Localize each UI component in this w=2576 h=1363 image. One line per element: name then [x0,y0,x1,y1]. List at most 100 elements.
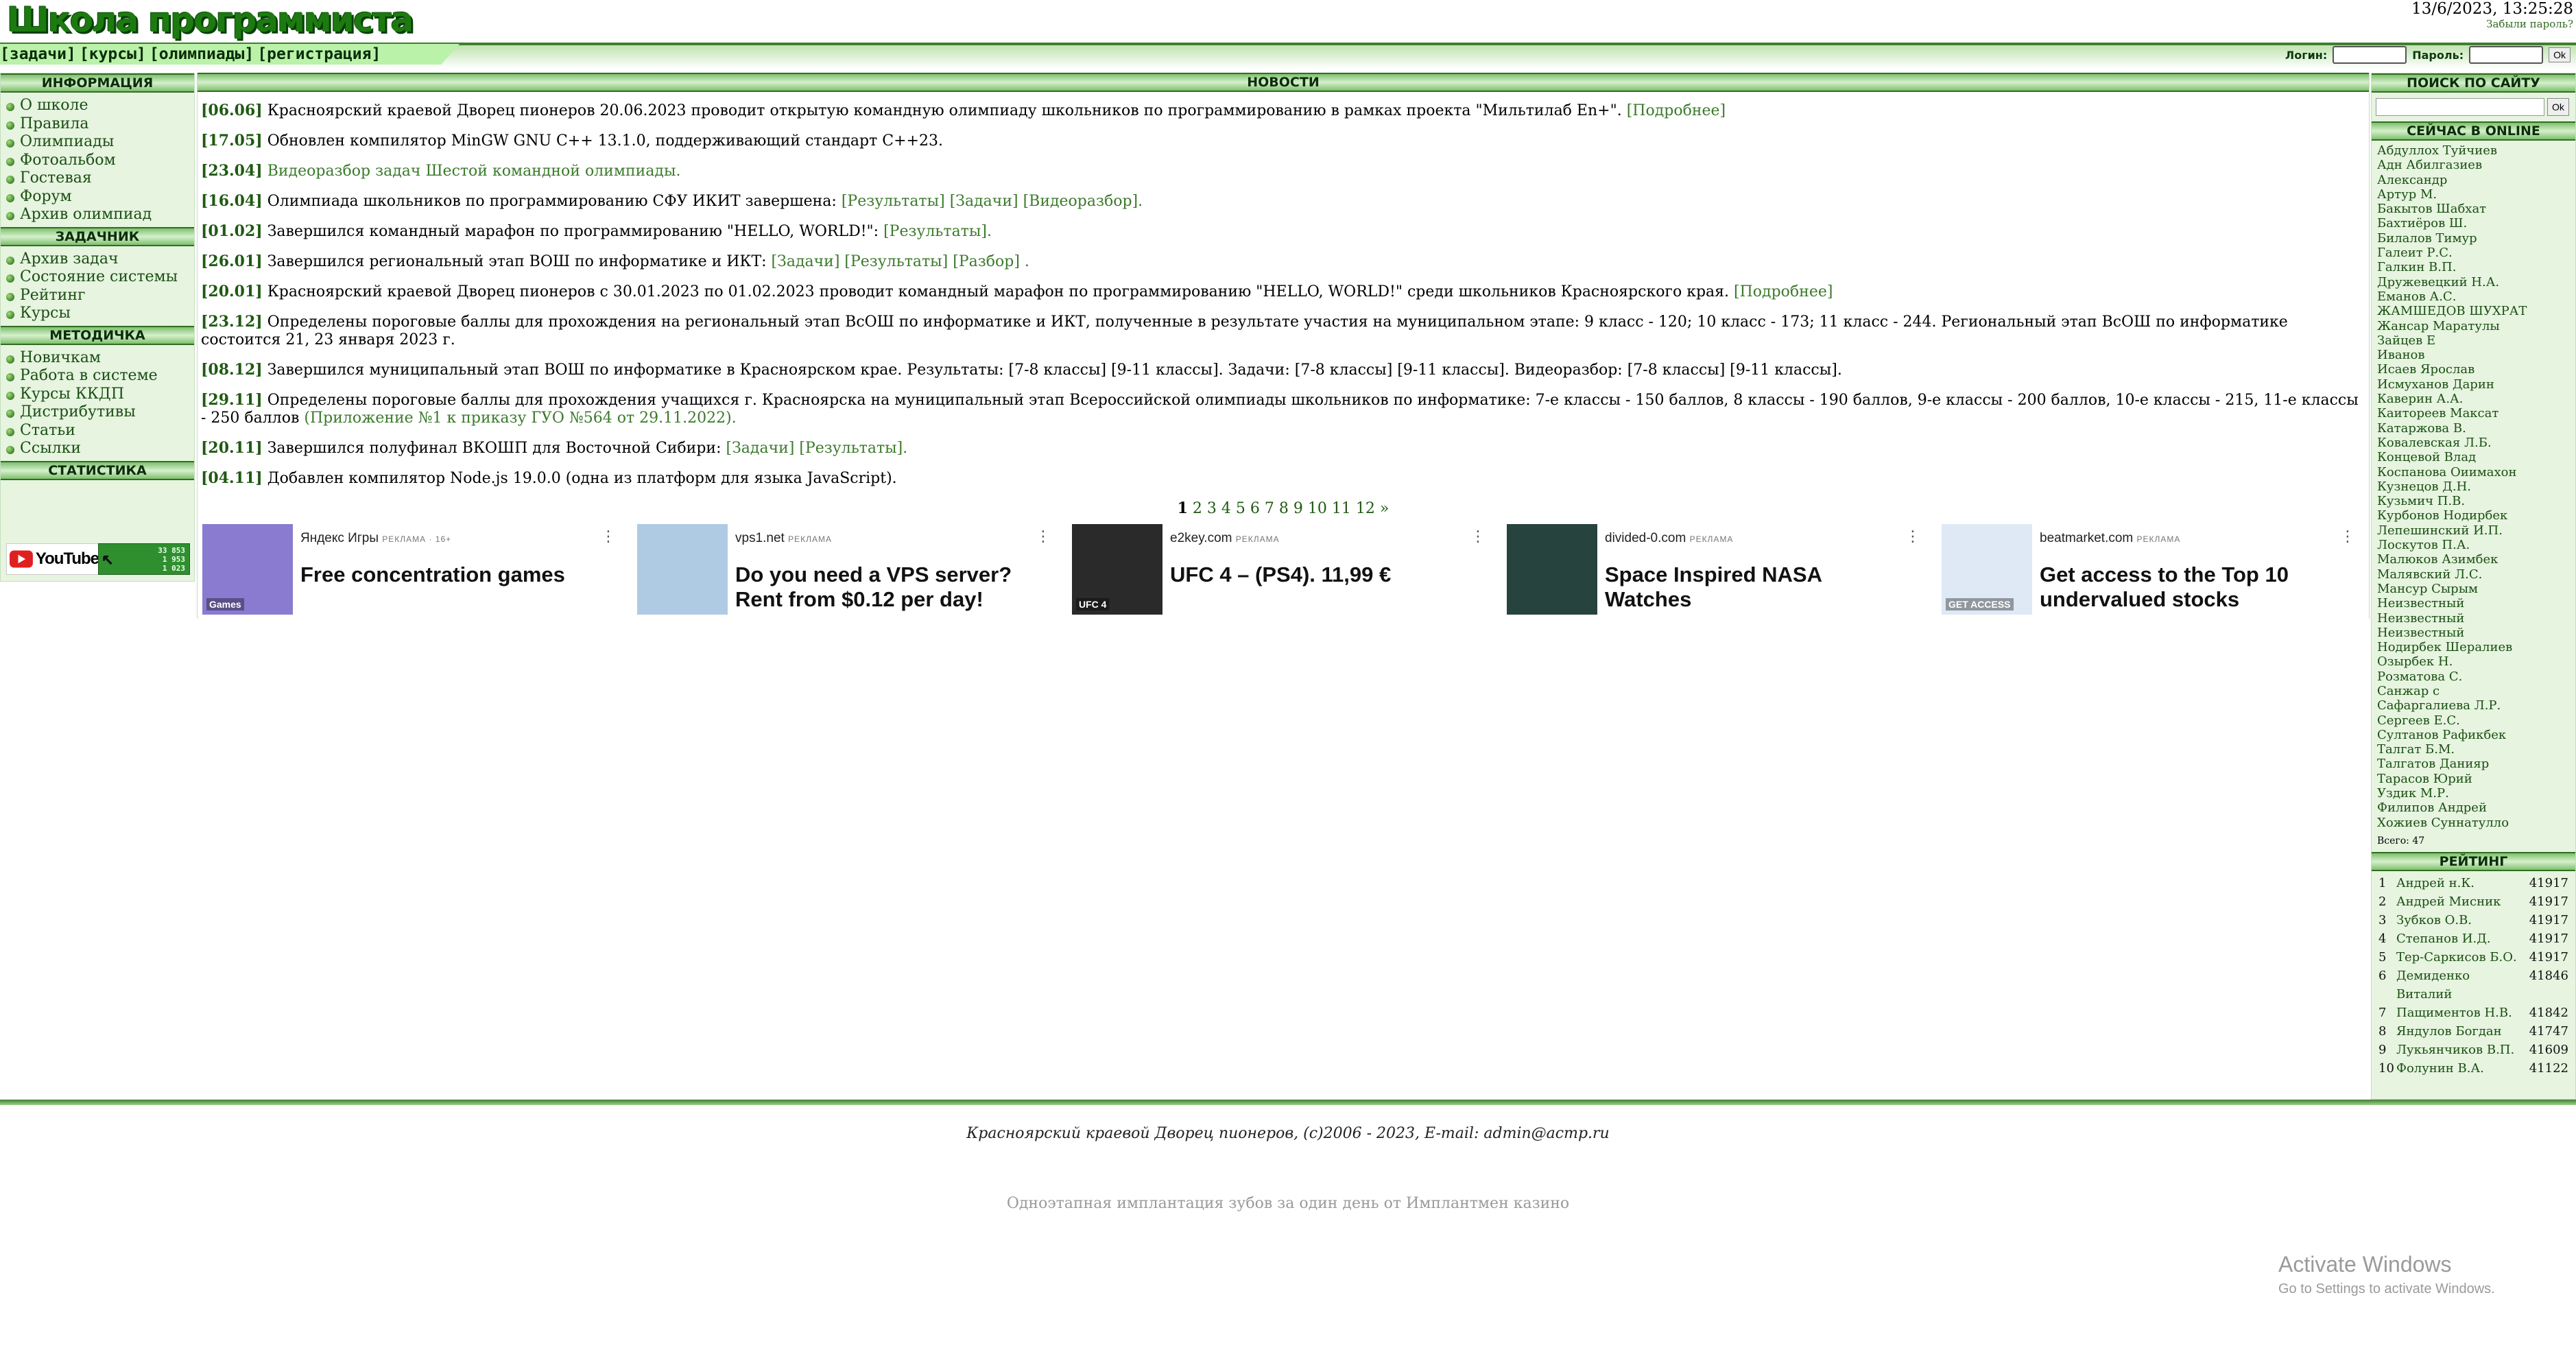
rating-name[interactable]: Степанов И.Д. [2396,929,2527,948]
page-link[interactable]: » [1380,500,1389,517]
menu-item-system-status[interactable]: Состояние системы [1,268,194,287]
online-user[interactable]: Лоскутов П.А. [2372,538,2575,552]
online-user[interactable]: Уздик М.Р. [2372,786,2575,801]
menu-courses-link[interactable]: [курсы] [80,45,146,63]
online-user[interactable]: Султанов Рафикбек [2372,728,2575,742]
rating-name[interactable]: Лукьянчиков В.П. [2396,1041,2527,1059]
rating-name[interactable]: Фолунин В.А. [2396,1059,2527,1078]
menu-item-about[interactable]: О школе [1,97,194,115]
online-user[interactable]: Иванов [2372,348,2575,362]
ad-image[interactable] [637,524,728,615]
page-link[interactable]: 6 [1250,500,1260,517]
menu-item-system-work[interactable]: Работа в системе [1,367,194,386]
rating-name[interactable]: Пащиментов Н.В. [2396,1004,2527,1022]
menu-item-rules[interactable]: Правила [1,115,194,134]
online-user[interactable]: Розматова С. [2372,669,2575,684]
menu-item-olympiad-archive[interactable]: Архив олимпиад [1,206,194,224]
menu-item-guestbook[interactable]: Гостевая [1,169,194,188]
online-user[interactable]: Хожиев Суннатулло [2372,816,2575,830]
ad-image[interactable]: GET ACCESS [1942,524,2032,615]
online-user[interactable]: Курбонов Нодирбек [2372,508,2575,523]
menu-item-task-archive[interactable]: Архив задач [1,250,194,269]
menu-item-olympiads[interactable]: Олимпиады [1,133,194,152]
ad-card[interactable]: vps1.net РЕКЛАМА Do you need a VPS server… [634,521,1059,617]
ad-image[interactable]: UFC 4 [1072,524,1162,615]
news-link[interactable]: [Разбор] . [953,253,1029,270]
ad-title[interactable]: UFC 4 – (PS4). 11,99 € [1170,562,1472,587]
online-user[interactable]: Кузнецов Д.Н. [2372,479,2575,494]
ad-title[interactable]: Do you need a VPS server? Rent from $0.1… [735,562,1037,612]
news-link[interactable]: (Приложение №1 к приказу ГУО №564 от 29.… [304,410,736,427]
rating-name[interactable]: Яндулов Богдан [2396,1022,2527,1041]
more-options-icon[interactable]: ⋮ [1470,528,1486,545]
ad-title[interactable]: Get access to the Top 10 undervalued sto… [2040,562,2341,612]
menu-item-links[interactable]: Ссылки [1,440,194,458]
menu-register-link[interactable]: [регистрация] [257,45,381,63]
online-user[interactable]: Адн Абилгазиев [2372,158,2575,172]
online-user[interactable]: Каверин А.А. [2372,392,2575,406]
visit-counter[interactable]: ↖ 33 853 1 953 1 023 [98,543,190,575]
news-link[interactable]: [Видеоразбор]. [1023,193,1143,210]
online-user[interactable]: Неизвестный [2372,611,2575,626]
online-user[interactable]: Сергеев Е.С. [2372,713,2575,728]
site-logo[interactable]: Школа программиста [7,0,414,40]
news-link[interactable]: [Задачи] [772,253,840,270]
page-link[interactable]: 9 [1293,500,1303,517]
rating-name[interactable]: Андрей Мисник [2396,892,2527,911]
online-user[interactable]: Сафаргалиева Л.Р. [2372,698,2575,713]
ad-card[interactable]: GET ACCESS beatmarket.com РЕКЛАМА Get acce… [1938,521,2363,617]
news-link[interactable]: [Результаты]. [883,223,992,240]
online-user[interactable]: ЖАМШЕДОВ ШУХРАТ [2372,304,2575,318]
news-link[interactable]: [Результаты] [842,193,945,210]
page-link[interactable]: 4 [1221,500,1231,517]
online-user[interactable]: Еманов А.С. [2372,289,2575,304]
online-user[interactable]: Билалов Тимур [2372,231,2575,246]
more-options-icon[interactable]: ⋮ [1905,528,1920,545]
online-user[interactable]: Дружевецкий Н.А. [2372,275,2575,289]
online-user[interactable]: Тарасов Юрий [2372,772,2575,786]
online-user[interactable]: Филипов Андрей [2372,801,2575,815]
ad-card[interactable]: divided-0.com РЕКЛАМА Space Inspired NASA… [1503,521,1929,617]
news-link[interactable]: [Результаты]. [799,440,907,457]
online-user[interactable]: Малявский Л.С. [2372,567,2575,582]
page-link[interactable]: 11 [1332,500,1351,517]
page-link[interactable]: 8 [1279,500,1289,517]
online-user[interactable]: Ковалевская Л.Б. [2372,436,2575,450]
youtube-badge[interactable]: YouTube [6,543,99,575]
ad-card[interactable]: Games Яндекс Игры РЕКЛАМА · 16+ Free conce… [199,521,624,617]
search-ok-button[interactable]: Ok [2547,98,2569,116]
ad-title[interactable]: Free concentration games [300,562,602,587]
online-user[interactable]: Артур М. [2372,187,2575,202]
online-user[interactable]: Александр [2372,173,2575,187]
online-user[interactable]: Зайцев Е [2372,333,2575,348]
search-input[interactable] [2376,98,2544,116]
online-user[interactable]: Галеит Р.С. [2372,246,2575,260]
rating-name[interactable]: Андрей н.К. [2396,874,2527,892]
page-link[interactable]: 5 [1236,500,1245,517]
page-link[interactable]: 10 [1308,500,1327,517]
online-user[interactable]: Лепешинский И.П. [2372,523,2575,538]
menu-olympiads-link[interactable]: [олимпиады] [150,45,254,63]
online-user[interactable]: Бакытов Шабхат [2372,202,2575,216]
rating-name[interactable]: Демиденко Виталий [2396,967,2527,1004]
online-user[interactable]: Неизвестный [2372,626,2575,640]
menu-item-forum[interactable]: Форум [1,188,194,206]
ad-image[interactable] [1507,524,1597,615]
online-user[interactable]: Мансур Сырым [2372,582,2575,596]
forgot-password-link[interactable]: Забыли пароль? [2486,18,2573,30]
menu-item-photoalbum[interactable]: Фотоальбом [1,152,194,170]
menu-item-courses[interactable]: Курсы [1,305,194,323]
online-user[interactable]: Исмуханов Дарин [2372,377,2575,392]
login-ok-button[interactable]: Ok [2549,47,2571,62]
more-options-icon[interactable]: ⋮ [2340,528,2355,545]
ad-title[interactable]: Space Inspired NASA Watches [1605,562,1907,612]
news-link[interactable]: [Подробнее] [1734,283,1833,300]
page-link[interactable]: 2 [1193,500,1202,517]
online-user[interactable]: Коспанова Оиимахон [2372,465,2575,479]
online-user[interactable]: Озырбек Н. [2372,654,2575,669]
online-user[interactable]: Малюков Азимбек [2372,552,2575,567]
online-user[interactable]: Кузьмич П.В. [2372,494,2575,508]
menu-item-kkdp-courses[interactable]: Курсы ККДП [1,386,194,404]
menu-tasks-link[interactable]: [задачи] [0,45,76,63]
login-input[interactable] [2333,46,2407,64]
